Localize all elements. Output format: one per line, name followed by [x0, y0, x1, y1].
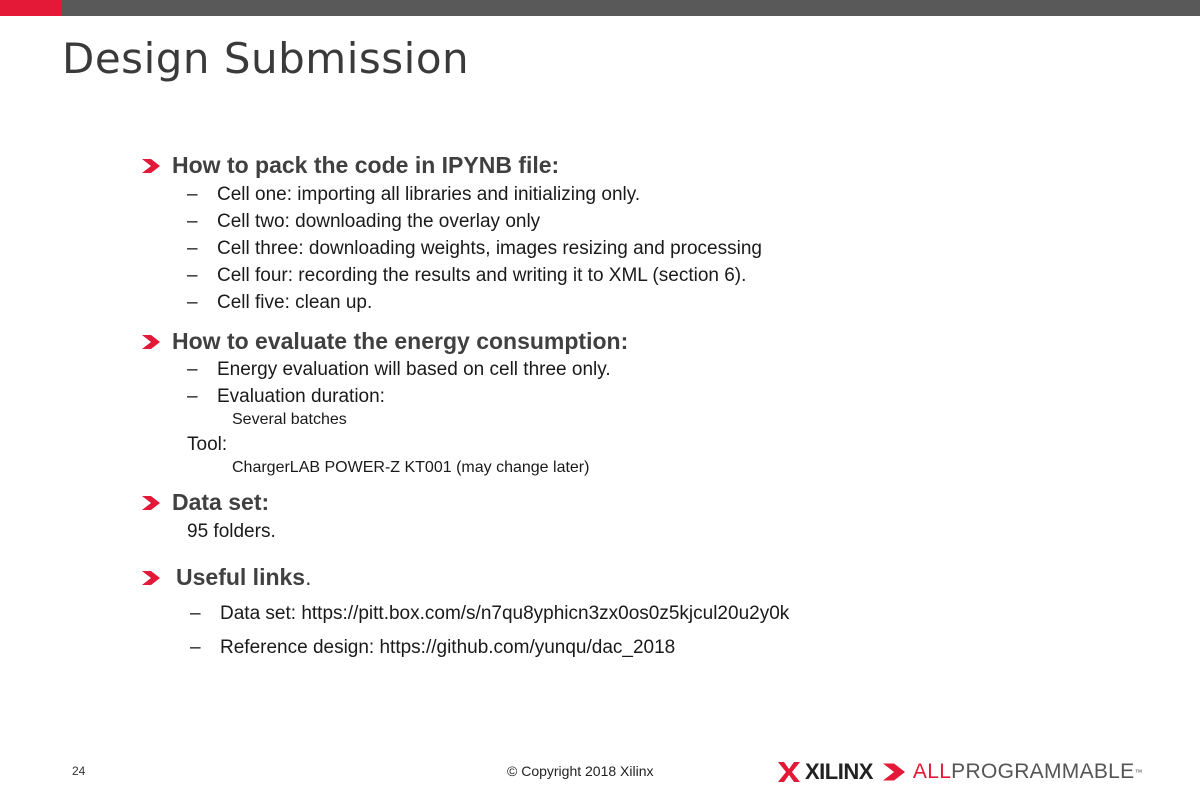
- dataset-text: 95 folders.: [187, 521, 276, 542]
- section-pack-heading: How to pack the code in IPYNB file:: [142, 152, 559, 179]
- page-number: 24: [72, 764, 86, 778]
- dash-bullet: –: [187, 265, 198, 286]
- list-item: – Energy evaluation will based on cell th…: [187, 359, 611, 381]
- section-energy-heading: How to evaluate the energy consumption:: [142, 328, 628, 355]
- chevron-right-icon: [142, 158, 160, 173]
- list-item-text: Cell two: downloading the overlay only: [217, 211, 541, 232]
- section-links-heading: Useful links.: [142, 564, 312, 591]
- copyright-text: © Copyright 2018 Xilinx: [507, 763, 654, 779]
- dash-bullet: –: [187, 211, 198, 232]
- list-item-text: Evaluation duration:: [217, 386, 385, 407]
- section-dataset-title: Data set:: [172, 489, 270, 515]
- dash-bullet: –: [190, 637, 201, 658]
- link-item[interactable]: – Reference design: https://github.com/yu…: [190, 637, 675, 659]
- tagline-programmable: PROGRAMMABLE: [951, 760, 1135, 783]
- tool-detail: ChargerLAB POWER-Z KT001 (may change lat…: [232, 459, 590, 476]
- section-links-title: Useful links: [176, 564, 306, 590]
- section-links-title-suffix: .: [305, 564, 312, 590]
- slide-title: Design Submission: [62, 34, 470, 83]
- dash-bullet: –: [187, 184, 198, 205]
- chevron-right-icon: [142, 570, 160, 585]
- list-item-text: Cell five: clean up.: [217, 292, 373, 313]
- list-item: – Cell two: downloading the overlay only: [187, 211, 540, 233]
- list-item-text: Cell four: recording the results and wri…: [217, 265, 747, 286]
- list-item-detail: Several batches: [232, 411, 347, 428]
- list-item: – Cell five: clean up.: [187, 292, 372, 314]
- tagline-all: ALL: [912, 760, 952, 783]
- list-item: – Cell one: importing all libraries and i…: [187, 184, 640, 206]
- top-bar-accent: [0, 0, 62, 16]
- link-item[interactable]: – Data set: https://pitt.box.com/s/n7qu8y…: [190, 603, 789, 625]
- xilinx-brand-text: XILINX: [805, 759, 873, 784]
- list-item: – Cell four: recording the results and wr…: [187, 265, 746, 287]
- link-item-text[interactable]: Data set: https://pitt.box.com/s/n7qu8yp…: [220, 603, 789, 624]
- section-dataset-heading: Data set:: [142, 489, 269, 516]
- section-energy-title: How to evaluate the energy consumption:: [172, 328, 629, 354]
- top-bar: [0, 0, 1200, 16]
- chevron-right-icon: [142, 495, 160, 510]
- list-item-text: Cell one: importing all libraries and in…: [217, 184, 641, 205]
- link-item-text[interactable]: Reference design: https://github.com/yun…: [220, 637, 675, 658]
- xilinx-x-icon: [778, 762, 800, 782]
- dash-bullet: –: [187, 292, 198, 313]
- section-pack-title: How to pack the code in IPYNB file:: [172, 152, 560, 178]
- dash-bullet: –: [187, 238, 198, 259]
- dash-bullet: –: [187, 386, 198, 407]
- chevron-right-icon: [142, 334, 160, 349]
- dash-bullet: –: [187, 359, 198, 380]
- dash-bullet: –: [190, 603, 201, 624]
- list-item-text: Cell three: downloading weights, images …: [217, 238, 762, 259]
- list-item: – Evaluation duration:: [187, 386, 385, 408]
- xilinx-logo: XILINX ALL PROGRAMMABLE ™: [778, 759, 1142, 785]
- tool-label: Tool:: [187, 434, 228, 455]
- chevron-right-icon: [882, 763, 905, 781]
- trademark-symbol: ™: [1134, 767, 1143, 777]
- list-item-text: Energy evaluation will based on cell thr…: [217, 359, 611, 380]
- list-item: – Cell three: downloading weights, images…: [187, 238, 762, 260]
